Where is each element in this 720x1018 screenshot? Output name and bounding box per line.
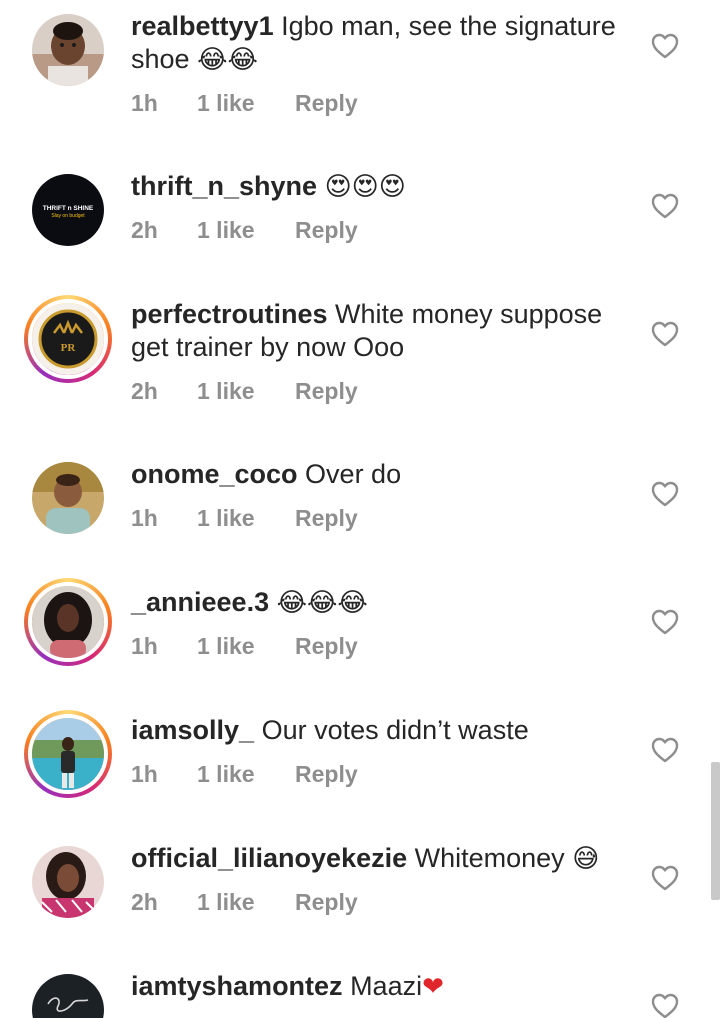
perfect-routines-logo-avatar-icon: PR <box>32 303 104 375</box>
like-heart-icon[interactable] <box>651 993 679 1018</box>
comment-username[interactable]: official_lilianoyekezie <box>131 843 407 873</box>
comment-likes[interactable]: 1 like <box>197 761 295 788</box>
comment-text: Whitemoney <box>407 843 573 873</box>
comment-likes[interactable]: 1 like <box>197 90 295 117</box>
comment-likes[interactable]: 1 like <box>197 633 295 660</box>
comment-time: 2h <box>131 378 158 404</box>
avatar[interactable] <box>24 578 112 666</box>
avatar[interactable] <box>24 710 112 798</box>
comment-emoji: 😍😍😍 <box>324 172 406 202</box>
like-heart-icon[interactable] <box>651 33 679 59</box>
signature-logo-avatar-icon <box>32 974 104 1018</box>
comment-emoji: 😂😂😂 <box>276 588 368 618</box>
reply-button[interactable]: Reply <box>295 633 358 660</box>
comment-text: Over do <box>297 459 402 489</box>
like-heart-icon[interactable] <box>651 609 679 635</box>
comment-text <box>269 587 277 617</box>
like-heart-icon[interactable] <box>651 737 679 763</box>
reply-button[interactable]: Reply <box>295 505 358 532</box>
comment-time: 1h <box>131 90 158 116</box>
like-heart-icon[interactable] <box>651 193 679 219</box>
comment-time: 2h <box>131 217 158 243</box>
comment-text: Maazi <box>342 971 423 1001</box>
comment-time: 1h <box>131 633 158 659</box>
avatar[interactable] <box>32 14 104 86</box>
comment-text: Our votes didn’t waste <box>254 715 529 745</box>
story-ring <box>28 714 108 794</box>
comment-emoji: 😅 <box>572 844 600 874</box>
reply-button[interactable]: Reply <box>295 378 358 405</box>
like-heart-icon[interactable] <box>651 865 679 891</box>
comment-likes[interactable]: 1 like <box>197 217 295 244</box>
comment-likes[interactable]: 1 like <box>197 505 295 532</box>
comment-emoji: 😂😂 <box>197 45 258 75</box>
baby-photo-avatar-icon <box>32 462 104 534</box>
woman-selfie-photo-avatar-icon <box>32 846 104 918</box>
comment-username[interactable]: _annieee.3 <box>131 587 269 617</box>
comment-time: 1h <box>131 761 158 787</box>
avatar-logo-sub: Slay on budget <box>51 213 85 219</box>
reply-button[interactable]: Reply <box>295 217 358 244</box>
like-heart-icon[interactable] <box>651 481 679 507</box>
thrift-n-shine-logo-avatar-icon: THRIFT n SHINE Slay on budget <box>32 174 104 246</box>
woman-photo-avatar-icon <box>32 586 104 658</box>
avatar-logo-text: PR <box>61 342 77 354</box>
child-photo-avatar-icon <box>32 14 104 86</box>
comment-emoji: ❤ <box>422 972 444 1002</box>
comment-username[interactable]: perfectroutines <box>131 299 328 329</box>
man-poolside-photo-avatar-icon <box>32 718 104 790</box>
comment-time: 2h <box>131 889 158 915</box>
reply-button[interactable]: Reply <box>295 889 358 916</box>
story-ring <box>28 582 108 662</box>
avatar[interactable]: PR <box>24 295 112 383</box>
reply-button[interactable]: Reply <box>295 761 358 788</box>
avatar[interactable] <box>32 974 104 1018</box>
comment-text <box>317 171 325 201</box>
comment-time: 1h <box>131 505 158 531</box>
comment-username[interactable]: onome_coco <box>131 459 298 489</box>
comment-username[interactable]: realbettyy1 <box>131 11 274 41</box>
avatar-logo-text: THRIFT n SHINE <box>43 205 94 212</box>
like-heart-icon[interactable] <box>651 321 679 347</box>
scrollbar[interactable] <box>711 762 720 900</box>
avatar[interactable] <box>32 846 104 918</box>
avatar[interactable] <box>32 462 104 534</box>
story-ring: PR <box>28 299 108 379</box>
comment-likes[interactable]: 1 like <box>197 889 295 916</box>
comment-username[interactable]: thrift_n_shyne <box>131 171 317 201</box>
comment-likes[interactable]: 1 like <box>197 378 295 405</box>
comment-username[interactable]: iamsolly_ <box>131 715 254 745</box>
reply-button[interactable]: Reply <box>295 90 358 117</box>
avatar[interactable]: THRIFT n SHINE Slay on budget <box>32 174 104 246</box>
comment-username[interactable]: iamtyshamontez <box>131 971 343 1001</box>
